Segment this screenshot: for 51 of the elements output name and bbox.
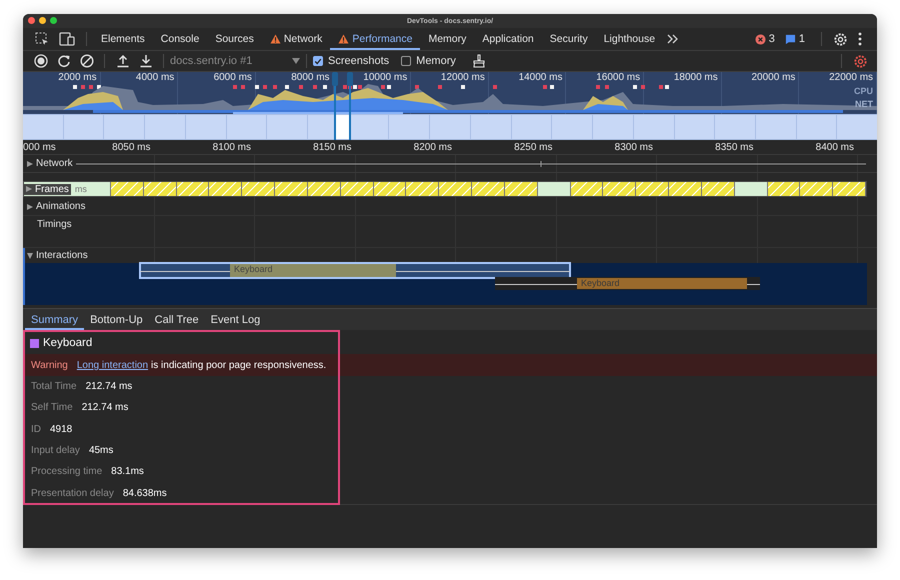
field-label: Self Time bbox=[31, 402, 73, 414]
option-checkbox[interactable]: Memory bbox=[401, 55, 456, 67]
network-track-toggle[interactable]: Network bbox=[23, 158, 73, 169]
panel-tab[interactable]: Security bbox=[542, 28, 596, 50]
time-tick-label: 8100 ms bbox=[212, 142, 252, 152]
panel-tab[interactable]: Network bbox=[262, 28, 330, 50]
time-tick-label: 8400 ms bbox=[814, 142, 855, 152]
details-tab[interactable]: Event Log bbox=[204, 309, 266, 330]
field-value: 212.74 ms bbox=[86, 381, 132, 392]
track-label: Timings bbox=[36, 219, 72, 230]
panel-tab[interactable]: Performance bbox=[330, 28, 420, 50]
option-checkbox[interactable]: Screenshots bbox=[313, 55, 390, 67]
field-value: 212.74 ms bbox=[82, 402, 128, 414]
track-toggle[interactable]: Animations bbox=[23, 201, 86, 212]
time-tick-label: 8200 ms bbox=[412, 142, 453, 152]
panel-tab[interactable]: Memory bbox=[420, 28, 474, 50]
net-label: NET bbox=[855, 99, 873, 109]
panel-tab[interactable]: Application bbox=[474, 28, 542, 50]
field-value: 83.1ms bbox=[111, 466, 144, 478]
time-tick-label: 8250 ms bbox=[513, 142, 554, 152]
time-tick-label: 8150 ms bbox=[312, 142, 352, 152]
panel-tab[interactable]: Sources bbox=[207, 28, 262, 50]
time-tick-label: 000 ms bbox=[23, 142, 54, 152]
warning-label: Warning bbox=[31, 360, 68, 370]
field-label: Processing time bbox=[31, 466, 102, 478]
message-count[interactable]: 1 bbox=[784, 33, 805, 45]
frames-track-toggle[interactable]: Frames bbox=[24, 184, 71, 194]
panel-tab[interactable]: Elements bbox=[93, 28, 153, 50]
frame-duration: ms bbox=[74, 184, 87, 194]
panel-tab[interactable]: Console bbox=[152, 28, 208, 50]
field-value: 45ms bbox=[88, 445, 114, 456]
time-tick-label: 8300 ms bbox=[614, 142, 654, 152]
summary-title: Keyboard bbox=[43, 337, 92, 349]
error-count[interactable]: 3 bbox=[754, 33, 775, 45]
frame-bar[interactable]: Frames ms bbox=[24, 182, 111, 196]
field-label: Presentation delay bbox=[31, 488, 114, 499]
long-interaction-link[interactable]: Long interaction bbox=[76, 360, 148, 370]
time-tick-label: 8350 ms bbox=[714, 142, 754, 152]
field-label: Input delay bbox=[31, 445, 80, 456]
details-tab[interactable]: Call Tree bbox=[148, 309, 205, 330]
details-tab[interactable]: Bottom-Up bbox=[84, 309, 149, 330]
panel-tab[interactable]: Lighthouse bbox=[596, 28, 664, 50]
field-label: ID bbox=[31, 424, 41, 435]
field-value: 4918 bbox=[50, 424, 72, 435]
details-tab[interactable]: Summary bbox=[25, 309, 84, 330]
recording-select[interactable]: docs.sentry.io #1 bbox=[170, 55, 300, 67]
field-label: Total Time bbox=[31, 381, 77, 392]
cpu-label: CPU bbox=[854, 86, 873, 96]
time-tick-label: 8050 ms bbox=[111, 142, 152, 152]
warning-message: Long interaction is indicating poor page responsiveness. bbox=[76, 360, 326, 370]
field-value: 84.638ms bbox=[122, 488, 167, 499]
